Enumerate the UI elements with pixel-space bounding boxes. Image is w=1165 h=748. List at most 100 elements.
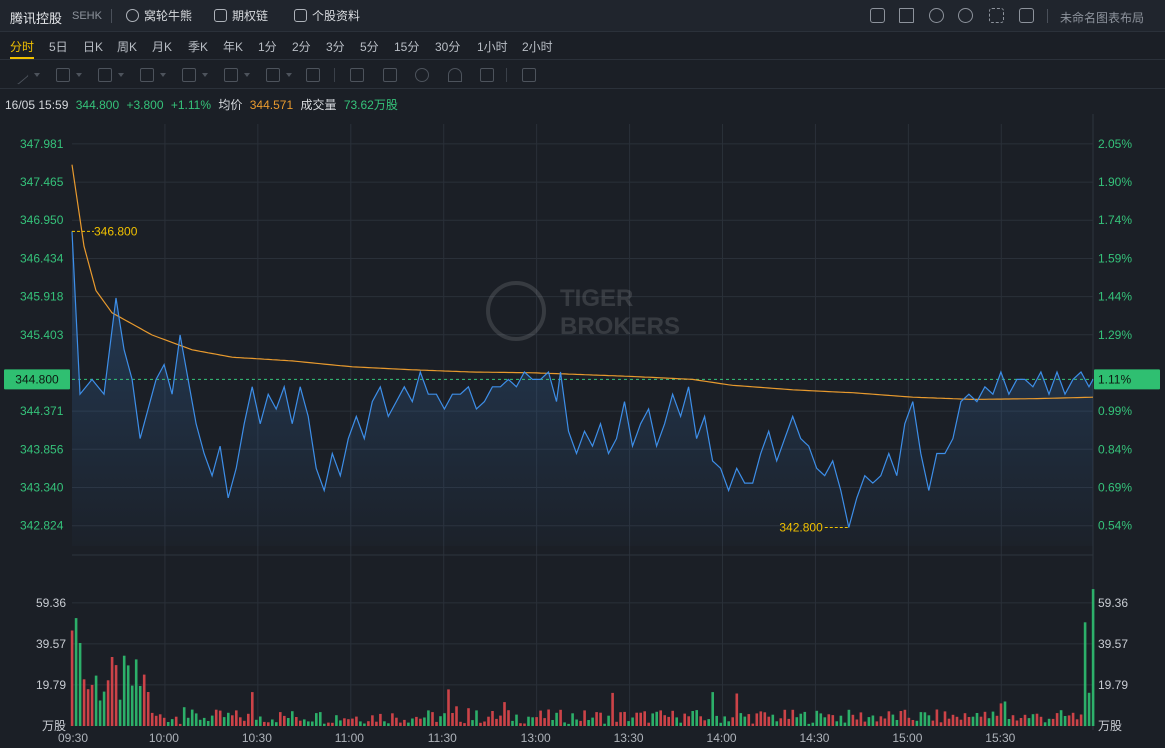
fullscreen-icon[interactable] [989, 8, 1004, 23]
volume-bar [955, 716, 959, 726]
document-icon [294, 9, 307, 22]
tab-intraday[interactable]: 分时 [10, 38, 35, 59]
volume-bar [98, 700, 102, 726]
lock-icon[interactable] [383, 68, 397, 82]
volume-bar [427, 710, 430, 726]
time-tick-label: 11:00 [335, 731, 364, 745]
warrants-cbbc-button[interactable]: 窝轮牛熊 [126, 7, 192, 24]
volume-bar [775, 721, 779, 726]
chevron-down-icon[interactable] [202, 73, 208, 77]
volume-bar [851, 714, 855, 726]
volume-bar [275, 722, 278, 726]
company-profile-button[interactable]: 个股资料 [294, 7, 360, 24]
pct-tick-label: 0.69% [1098, 481, 1132, 495]
measure-tool-icon[interactable] [306, 68, 320, 82]
volume-bar [771, 714, 775, 726]
low-price-label: 342.800 [779, 520, 823, 534]
tab-5day[interactable]: 5日 [49, 38, 68, 55]
fib-tool-icon[interactable] [140, 68, 154, 82]
volume-bar [154, 715, 158, 726]
text-tool-icon[interactable] [224, 68, 238, 82]
volume-bar [487, 716, 490, 726]
volume-bar [803, 711, 807, 726]
tab-1hour[interactable]: 1小时 [477, 38, 508, 55]
volume-bar [791, 709, 795, 726]
pct-tick-label: 0.84% [1098, 442, 1132, 456]
volume-bar [295, 717, 298, 726]
wave-tool-icon[interactable] [98, 68, 112, 82]
eye-icon[interactable] [415, 68, 429, 82]
volume-bar [1083, 622, 1087, 727]
volume-bar [255, 719, 258, 726]
chevron-down-icon[interactable] [244, 73, 250, 77]
volume-bar [779, 718, 783, 726]
volume-bar [403, 719, 406, 726]
volume-bar [683, 713, 686, 726]
brush-icon[interactable] [350, 68, 364, 82]
volume-bar [94, 675, 98, 726]
watermark-logo: TIGERBROKERS [486, 281, 680, 341]
magnet-icon[interactable] [448, 68, 462, 82]
tab-weekly[interactable]: 周K [117, 38, 137, 55]
volume-bar [1063, 716, 1067, 726]
volume-bar [619, 712, 622, 726]
layout-name-dropdown[interactable]: 未命名图表布局 [1060, 9, 1144, 26]
volume-bar [611, 692, 614, 726]
chevron-down-icon[interactable] [76, 73, 82, 77]
copy-icon[interactable] [480, 68, 494, 82]
volume-bar [395, 717, 398, 726]
chevron-down-icon[interactable] [286, 73, 292, 77]
volume-bar [170, 719, 174, 726]
pencil-icon[interactable] [899, 8, 914, 23]
volume-bar [943, 711, 947, 726]
tab-monthly[interactable]: 月K [152, 38, 172, 55]
tab-30min[interactable]: 30分 [435, 38, 460, 55]
tab-quarterly[interactable]: 季K [188, 38, 208, 55]
tab-15min[interactable]: 15分 [394, 38, 419, 55]
volume-bar [1011, 715, 1015, 726]
option-chain-button[interactable]: 期权链 [214, 7, 268, 24]
time-tick-label: 10:00 [149, 731, 179, 745]
volume-bar [459, 721, 462, 726]
volume-bar [267, 722, 270, 726]
intraday-chart[interactable]: TIGERBROKERS 346.800 342.800 347.981 347.465… [0, 114, 1165, 748]
chevron-down-icon[interactable] [118, 73, 124, 77]
tab-2hour[interactable]: 2小时 [522, 38, 553, 55]
arrow-tool-icon[interactable] [182, 68, 196, 82]
volume-bar [607, 715, 610, 726]
tab-yearly[interactable]: 年K [223, 38, 243, 55]
grid-layout-icon[interactable] [1019, 8, 1034, 23]
tab-1min[interactable]: 1分 [258, 38, 277, 55]
price-tick-label: 347.981 [20, 137, 64, 151]
volume-bar [731, 717, 734, 726]
refresh-icon[interactable] [929, 8, 944, 23]
volume-bar [959, 719, 963, 726]
tab-5min[interactable]: 5分 [360, 38, 379, 55]
tab-3min[interactable]: 3分 [326, 38, 345, 55]
tab-2min[interactable]: 2分 [292, 38, 311, 55]
volume-bar [871, 715, 875, 726]
trash-icon[interactable] [522, 68, 536, 82]
tab-daily[interactable]: 日K [83, 38, 103, 55]
volume-bar [367, 721, 370, 726]
volume-bar [158, 714, 162, 726]
volume-tick-label: 59.36 [36, 596, 66, 610]
volume-bar [74, 618, 78, 726]
label-tool-icon[interactable] [266, 68, 280, 82]
volume-bar [1023, 714, 1027, 726]
chevron-down-icon[interactable] [34, 73, 40, 77]
stock-name[interactable]: 腾讯控股 [10, 8, 62, 27]
chart-icon[interactable] [870, 8, 885, 23]
volume-bar [110, 657, 114, 726]
volume-bar [571, 713, 574, 726]
volume-bar [114, 665, 118, 726]
line-tool-icon[interactable] [9, 65, 29, 85]
rect-tool-icon[interactable] [56, 68, 70, 82]
chevron-down-icon[interactable] [160, 73, 166, 77]
volume-bar [907, 717, 911, 726]
volume-bar [807, 723, 811, 726]
volume-bar [755, 713, 759, 726]
settings-icon[interactable] [958, 8, 973, 23]
volume-bar [767, 716, 771, 726]
avg-price-label: 均价 [218, 98, 243, 112]
